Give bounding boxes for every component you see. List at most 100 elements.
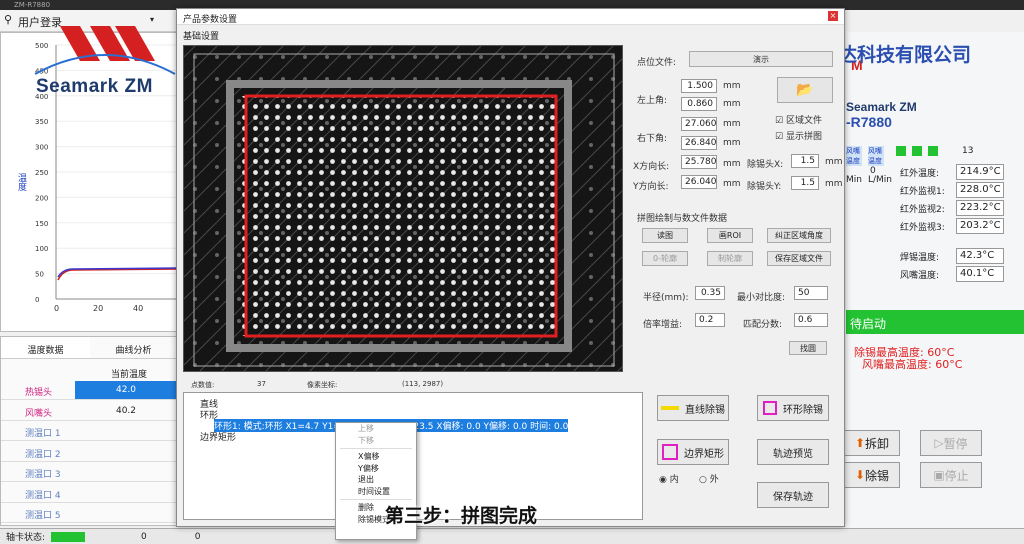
top-left-x-field[interactable]: 1.500 xyxy=(681,79,717,93)
head-x-field[interactable]: 1.5 xyxy=(791,154,819,168)
max-temp-nozzle: 风嘴最高温度: 60°C xyxy=(862,358,963,371)
contour-b-button[interactable]: 制轮廓 xyxy=(707,251,753,266)
radio-inner[interactable]: ◉ 内 xyxy=(659,472,679,485)
save-region-button[interactable]: 保存区域文件 xyxy=(767,251,831,266)
contour-a-button[interactable]: 0-轮廓 xyxy=(642,251,688,266)
readout-label: 红外监视3: xyxy=(900,223,945,233)
temp-row[interactable]: 风嘴头 40.2 xyxy=(1,402,177,421)
pause-button[interactable]: ▷ 暂停 xyxy=(920,430,982,456)
min-contrast-field[interactable]: 50 xyxy=(794,286,828,300)
gain-field[interactable]: 0.2 xyxy=(695,313,725,327)
temp-row[interactable]: 测温口 3 xyxy=(1,463,177,482)
temp-row[interactable]: 测温口 1 xyxy=(1,422,177,441)
min-contrast-label: 最小对比度: xyxy=(737,293,786,303)
head-y-label: 除锡头Y: xyxy=(747,182,782,192)
stitched-board-image[interactable] xyxy=(183,45,623,372)
y-length-field[interactable]: 26.040 xyxy=(681,175,717,189)
stop-button[interactable]: ▣ 停止 xyxy=(920,462,982,488)
y-tick-label: 200 xyxy=(35,194,48,202)
stop-icon: ▣ xyxy=(933,468,945,482)
find-circle-button[interactable]: 找圆 xyxy=(789,341,827,355)
ring-icon xyxy=(763,401,777,415)
status-value-2: 0 xyxy=(194,531,201,542)
info-coord-value: (113, 2987) xyxy=(402,380,444,388)
menu-time-setting[interactable]: 时间设置 xyxy=(336,486,416,498)
boundary-rect-button[interactable]: 边界矩形 xyxy=(657,439,729,465)
bottom-right-y-field[interactable]: 26.840 xyxy=(681,136,717,150)
rect-icon xyxy=(662,444,678,460)
temp-row[interactable]: 测温口 4 xyxy=(1,484,177,503)
draw-roi-button[interactable]: 画ROI xyxy=(707,228,753,243)
region-file-checkbox[interactable]: ☑ 区域文件 xyxy=(775,113,822,126)
load-file-button[interactable]: 📂 xyxy=(777,77,833,103)
y-length-label: Y方向长: xyxy=(633,182,669,192)
radius-field[interactable]: 0.35 xyxy=(695,286,725,300)
line-tin-button[interactable]: 直线除锡 xyxy=(657,395,729,421)
point-file-label: 点位文件: xyxy=(637,58,677,68)
point-file-select[interactable]: 演示 xyxy=(689,51,833,67)
brand-name: Seamark ZM xyxy=(36,76,153,97)
menu-exit[interactable]: 退出 xyxy=(336,474,416,486)
col-header-current-temp: 当前温度 xyxy=(110,370,147,380)
temp-row-value xyxy=(75,504,177,522)
bottom-right-x-field[interactable]: 27.060 xyxy=(681,117,717,131)
status-led-2 xyxy=(912,146,922,156)
bottom-right-label: 右下角: xyxy=(637,134,668,144)
temp-row[interactable]: 测温口 5 xyxy=(1,504,177,523)
y-axis-label: 温度 xyxy=(16,173,27,192)
company-name: 达科技有限公司 xyxy=(838,45,972,66)
remove-tin-button[interactable]: ⬇ 除锡 xyxy=(844,462,900,488)
close-button[interactable]: × xyxy=(828,11,838,21)
save-track-button[interactable]: 保存轨迹 xyxy=(757,482,829,508)
ring-tin-button[interactable]: 环形除锡 xyxy=(757,395,829,421)
y-tick-label: 250 xyxy=(35,169,48,177)
match-score-field[interactable]: 0.6 xyxy=(794,313,828,327)
product-params-dialog: 产品参数设置 × 基础设置 点位文件: 演示 左上角: 1.500 mm 0.8… xyxy=(176,8,845,540)
machine-model: -R7880 xyxy=(846,114,892,130)
head-y-field[interactable]: 1.5 xyxy=(791,176,819,190)
unit-lmin: L/Min xyxy=(868,175,893,185)
temp-row[interactable]: 测温口 2 xyxy=(1,443,177,462)
window-title: ZM-R7880 xyxy=(14,1,51,9)
top-left-y-field[interactable]: 0.860 xyxy=(681,97,717,111)
y-tick-label: 150 xyxy=(35,220,48,228)
tab-basic-settings[interactable]: 基础设置 xyxy=(183,29,219,42)
tree-item-boundary-rect[interactable]: 边界矩形 xyxy=(200,430,236,443)
status-bar: 轴卡状态: 0 0 xyxy=(0,528,1024,544)
play-icon: ▷ xyxy=(934,436,944,450)
readout-label: 红外监视1: xyxy=(900,187,945,197)
menu-x-offset[interactable]: X偏移 xyxy=(336,451,416,463)
show-stitch-checkbox[interactable]: ☑ 显示拼图 xyxy=(775,129,822,142)
temp-row-label: 测温口 5 xyxy=(25,511,61,521)
readout-label: 风嘴温度: xyxy=(900,271,940,281)
menu-y-offset[interactable]: Y偏移 xyxy=(336,463,416,475)
status-led-3 xyxy=(928,146,938,156)
readout-label: 焊锡温度: xyxy=(900,253,940,263)
menu-move-up[interactable]: 上移 xyxy=(336,423,416,435)
top-left-label: 左上角: xyxy=(637,96,668,106)
tab-curve-analysis[interactable]: 曲线分析 xyxy=(90,337,177,358)
menu-move-down[interactable]: 下移 xyxy=(336,435,416,447)
counter-value: 13 xyxy=(962,146,974,156)
temp-row-value: 42.0 xyxy=(75,381,177,399)
status-banner: 待启动 xyxy=(846,310,1024,334)
user-icon[interactable]: ⚲ xyxy=(4,13,12,26)
x-length-field[interactable]: 25.780 xyxy=(681,155,717,169)
track-preview-button[interactable]: 轨迹预览 xyxy=(757,439,829,465)
radio-outer[interactable]: ○ 外 xyxy=(699,472,719,485)
info-count-value: 37 xyxy=(257,380,266,388)
temperature-data-panel: 温度数据 曲线分析 当前温度 热锡头 42.0 风嘴头 40.2 测温口 1 测温口 2 测… xyxy=(0,336,178,526)
temp-row-value xyxy=(75,463,177,481)
read-image-button[interactable]: 读图 xyxy=(642,228,688,243)
correct-angle-button[interactable]: 纠正区域角度 xyxy=(767,228,831,243)
temp-row[interactable]: 热锡头 42.0 xyxy=(1,381,177,400)
readout-value: 228.0°C xyxy=(956,182,1004,198)
menu-divider-2 xyxy=(340,499,412,500)
arrow-down-icon: ⬇ xyxy=(854,468,866,482)
y-tick-label: 100 xyxy=(35,245,48,253)
temp-row-label: 测温口 2 xyxy=(25,449,61,460)
readout-label: 红外监视2: xyxy=(900,205,945,215)
disassemble-button[interactable]: ⬆ 拆卸 xyxy=(844,430,900,456)
unit-min: Min xyxy=(846,175,862,185)
tab-temp-data[interactable]: 温度数据 xyxy=(1,337,90,358)
